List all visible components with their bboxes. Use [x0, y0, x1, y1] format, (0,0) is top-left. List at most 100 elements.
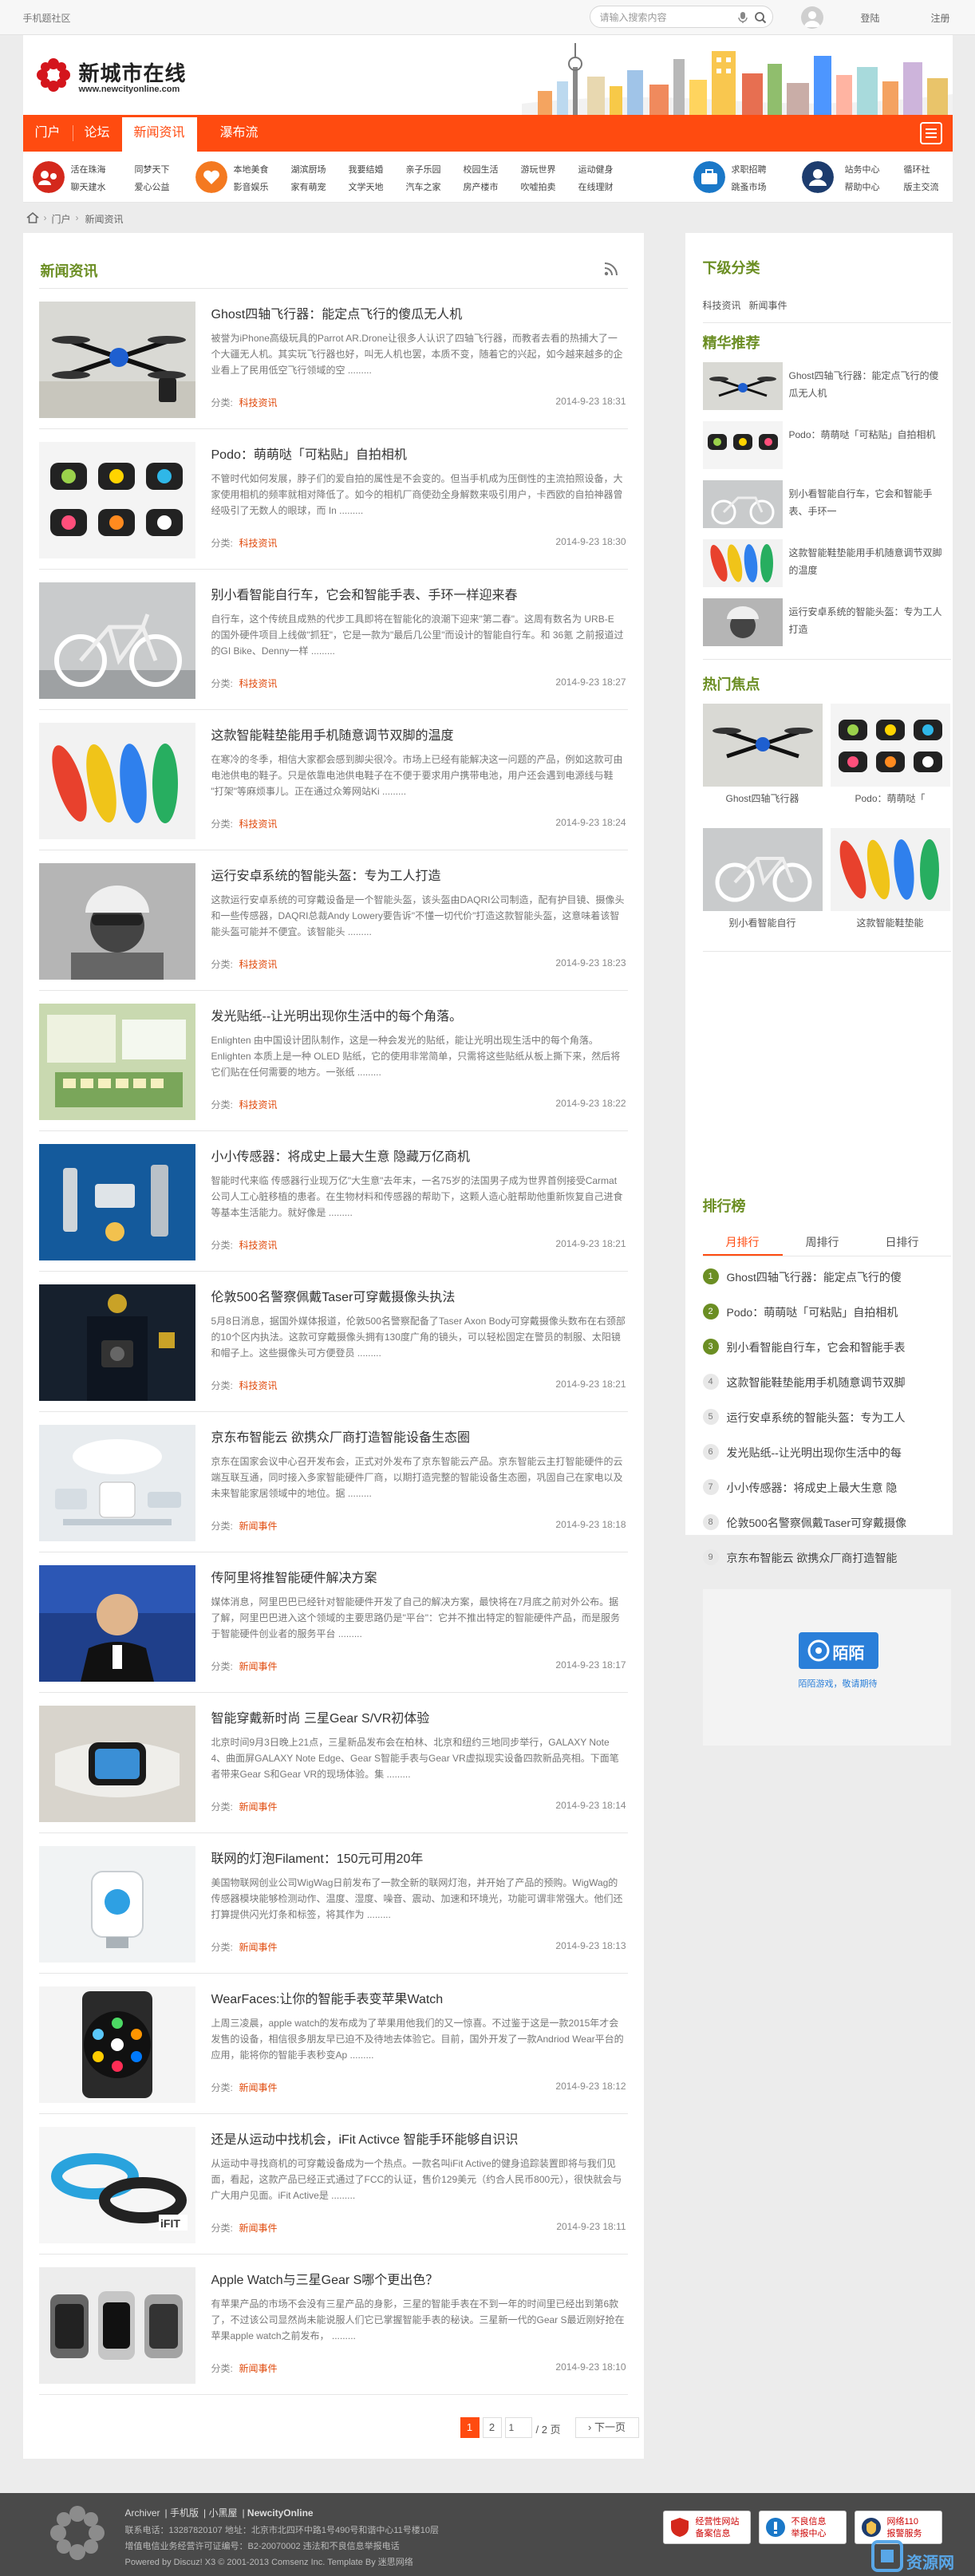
- footer-site-link[interactable]: NewcityOnline: [247, 2507, 314, 2519]
- subnav-link[interactable]: 活在珠海: [71, 163, 106, 176]
- microphone-icon[interactable]: [737, 11, 748, 24]
- subnav-link[interactable]: 版主交流: [904, 180, 939, 193]
- pick-item[interactable]: 别小看智能自行车，它会和智能手表、手环一: [702, 480, 951, 528]
- page-number-input[interactable]: [504, 2417, 532, 2438]
- article-thumbnail[interactable]: [38, 1565, 195, 1682]
- category-link[interactable]: 新闻事件: [239, 2221, 278, 2235]
- site-logo[interactable]: 新城市在线 www.newcityonline.com: [34, 56, 218, 102]
- tab-daily-ranking[interactable]: 日排行: [862, 1229, 942, 1256]
- ranking-item[interactable]: 8 伦敦500名警察佩戴Taser可穿戴摄像: [702, 1513, 951, 1532]
- category-link[interactable]: 科技资讯: [239, 536, 278, 550]
- login-link[interactable]: 登陆: [861, 11, 880, 25]
- rss-icon[interactable]: [604, 262, 618, 276]
- article-thumbnail[interactable]: [38, 863, 195, 980]
- pick-item[interactable]: 运行安卓系统的智能头盔：专为工人打造: [702, 598, 951, 646]
- article-title[interactable]: 别小看智能自行车，它会和智能手表、手环一样迎来春: [211, 584, 626, 603]
- article-thumbnail[interactable]: [38, 2267, 195, 2384]
- subnav-link[interactable]: 房产楼市: [464, 180, 499, 193]
- footer-archiver-link[interactable]: Archiver: [125, 2507, 160, 2519]
- article-thumbnail[interactable]: [38, 1004, 195, 1120]
- hot-item[interactable]: Podo：萌萌哒「: [830, 704, 950, 815]
- category-link[interactable]: 新闻事件: [239, 1800, 278, 1813]
- article-title[interactable]: 京东布智能云 欲携众厂商打造智能设备生态圈: [211, 1426, 626, 1446]
- register-link[interactable]: 注册: [931, 11, 950, 25]
- subnav-link[interactable]: 运动健身: [578, 163, 614, 176]
- subnav-link[interactable]: 湖滨厨场: [291, 163, 326, 176]
- article-title[interactable]: Ghost四轴飞行器：能定点飞行的傻瓜无人机: [211, 303, 626, 322]
- category-link[interactable]: 科技资讯: [239, 1379, 278, 1392]
- article-title[interactable]: 发光贴纸--让光明出现你生活中的每个角落。: [211, 1005, 626, 1024]
- sub-category-link[interactable]: 新闻事件: [749, 298, 788, 312]
- tab-weekly-ranking[interactable]: 周排行: [783, 1229, 862, 1256]
- ranking-item[interactable]: 4 这款智能鞋垫能用手机随意调节双脚: [702, 1372, 951, 1391]
- subnav-link[interactable]: 家有萌宠: [291, 180, 326, 193]
- subnav-link[interactable]: 跳蚤市场: [732, 180, 767, 193]
- article-title[interactable]: 联网的灯泡Filament：150元可用20年: [211, 1848, 626, 1867]
- category-link[interactable]: 科技资讯: [239, 957, 278, 971]
- ranking-item[interactable]: 5 运行安卓系统的智能头盔：专为工人: [702, 1407, 951, 1426]
- subnav-link[interactable]: 聊天建水: [71, 180, 106, 193]
- nav-item-portal[interactable]: 门户: [23, 115, 73, 152]
- subnav-link[interactable]: 站务中心: [845, 163, 880, 176]
- category-link[interactable]: 新闻事件: [239, 1659, 278, 1673]
- article-thumbnail[interactable]: [38, 1144, 195, 1260]
- category-link[interactable]: 新闻事件: [239, 2361, 278, 2375]
- article-thumbnail[interactable]: [38, 1284, 195, 1401]
- page-2-button[interactable]: 2: [482, 2417, 502, 2438]
- subnav-link[interactable]: 我要结婚: [349, 163, 384, 176]
- ranking-item[interactable]: 3 别小看智能自行车，它会和智能手表: [702, 1337, 951, 1356]
- report-center-badge[interactable]: 不良信息 举报中心: [758, 2511, 847, 2544]
- menu-list-icon[interactable]: [919, 121, 943, 145]
- article-title[interactable]: Podo：萌萌哒「可粘贴」自拍相机: [211, 444, 626, 463]
- article-title[interactable]: Apple Watch与三星Gear S哪个更出色？: [211, 2269, 626, 2288]
- footer-blackroom-link[interactable]: 小黑屋: [208, 2507, 237, 2519]
- article-title[interactable]: WearFaces:让你的智能手表变苹果Watch: [211, 1988, 626, 2007]
- pick-item[interactable]: Ghost四轴飞行器：能定点飞行的傻瓜无人机: [702, 362, 951, 410]
- ranking-item[interactable]: 2 Podo：萌萌哒「可粘贴」自拍相机: [702, 1302, 951, 1321]
- hot-item[interactable]: 这款智能鞋垫能: [830, 828, 950, 940]
- ranking-item[interactable]: 6 发光贴纸--让光明出现你生活中的每: [702, 1442, 951, 1462]
- momo-ad-box[interactable]: 陌陌 陌陌游戏，敬请期待: [702, 1589, 951, 1746]
- subnav-link[interactable]: 游玩世界: [521, 163, 556, 176]
- subnav-link[interactable]: 爱心公益: [135, 180, 170, 193]
- category-link[interactable]: 新闻事件: [239, 2081, 278, 2094]
- article-thumbnail[interactable]: [38, 582, 195, 699]
- article-thumbnail[interactable]: [38, 1846, 195, 1963]
- footer-mobile-link[interactable]: 手机版: [170, 2507, 199, 2519]
- ranking-item[interactable]: 7 小小传感器：将成史上最大生意 隐: [702, 1477, 951, 1497]
- article-title[interactable]: 这款智能鞋垫能用手机随意调节双脚的温度: [211, 724, 626, 744]
- pick-item[interactable]: Podo：萌萌哒「可粘贴」自拍相机: [702, 421, 951, 469]
- breadcrumb-news[interactable]: 新闻资讯: [85, 212, 124, 226]
- article-title[interactable]: 传阿里将推智能硬件解决方案: [211, 1567, 626, 1586]
- breadcrumb-portal[interactable]: 门户: [52, 212, 71, 226]
- article-thumbnail[interactable]: [38, 442, 195, 558]
- article-thumbnail[interactable]: iFIT: [38, 2127, 195, 2243]
- subnav-link[interactable]: 校园生活: [464, 163, 499, 176]
- article-title[interactable]: 运行安卓系统的智能头盔：专为工人打造: [211, 865, 626, 884]
- subnav-link[interactable]: 文学天地: [349, 180, 384, 193]
- category-link[interactable]: 科技资讯: [239, 1238, 278, 1252]
- user-avatar[interactable]: [800, 6, 823, 29]
- article-thumbnail[interactable]: [38, 1706, 195, 1822]
- pick-item[interactable]: 这款智能鞋垫能用手机随意调节双脚的温度: [702, 539, 951, 587]
- subnav-link[interactable]: 帮助中心: [845, 180, 880, 193]
- search-icon[interactable]: [754, 11, 767, 24]
- next-page-button[interactable]: › 下一页: [574, 2417, 639, 2438]
- sub-category-link[interactable]: 科技资讯: [703, 298, 741, 312]
- home-icon[interactable]: [26, 211, 39, 224]
- article-title[interactable]: 小小传感器：将成史上最大生意 隐藏万亿商机: [211, 1146, 626, 1165]
- subnav-link[interactable]: 求职招聘: [732, 163, 767, 176]
- article-thumbnail[interactable]: [38, 723, 195, 839]
- hot-item[interactable]: Ghost四轴飞行器: [702, 704, 823, 815]
- page-1-button[interactable]: 1: [460, 2417, 480, 2438]
- website-record-badge[interactable]: 经营性网站 备案信息: [662, 2511, 751, 2544]
- subnav-link[interactable]: 吹嘘拍卖: [521, 180, 556, 193]
- search-input[interactable]: [599, 10, 732, 25]
- subnav-link[interactable]: 亲子乐园: [406, 163, 441, 176]
- category-link[interactable]: 科技资讯: [239, 677, 278, 690]
- subnav-link[interactable]: 本地美食: [234, 163, 269, 176]
- article-title[interactable]: 还是从运动中找机会，iFit Activce 智能手环能够自识识: [211, 2128, 626, 2148]
- ranking-item[interactable]: 9 京东布智能云 欲携众厂商打造智能: [702, 1548, 951, 1567]
- subnav-link[interactable]: 在线理财: [578, 180, 614, 193]
- article-title[interactable]: 伦敦500名警察佩戴Taser可穿戴摄像头执法: [211, 1286, 626, 1305]
